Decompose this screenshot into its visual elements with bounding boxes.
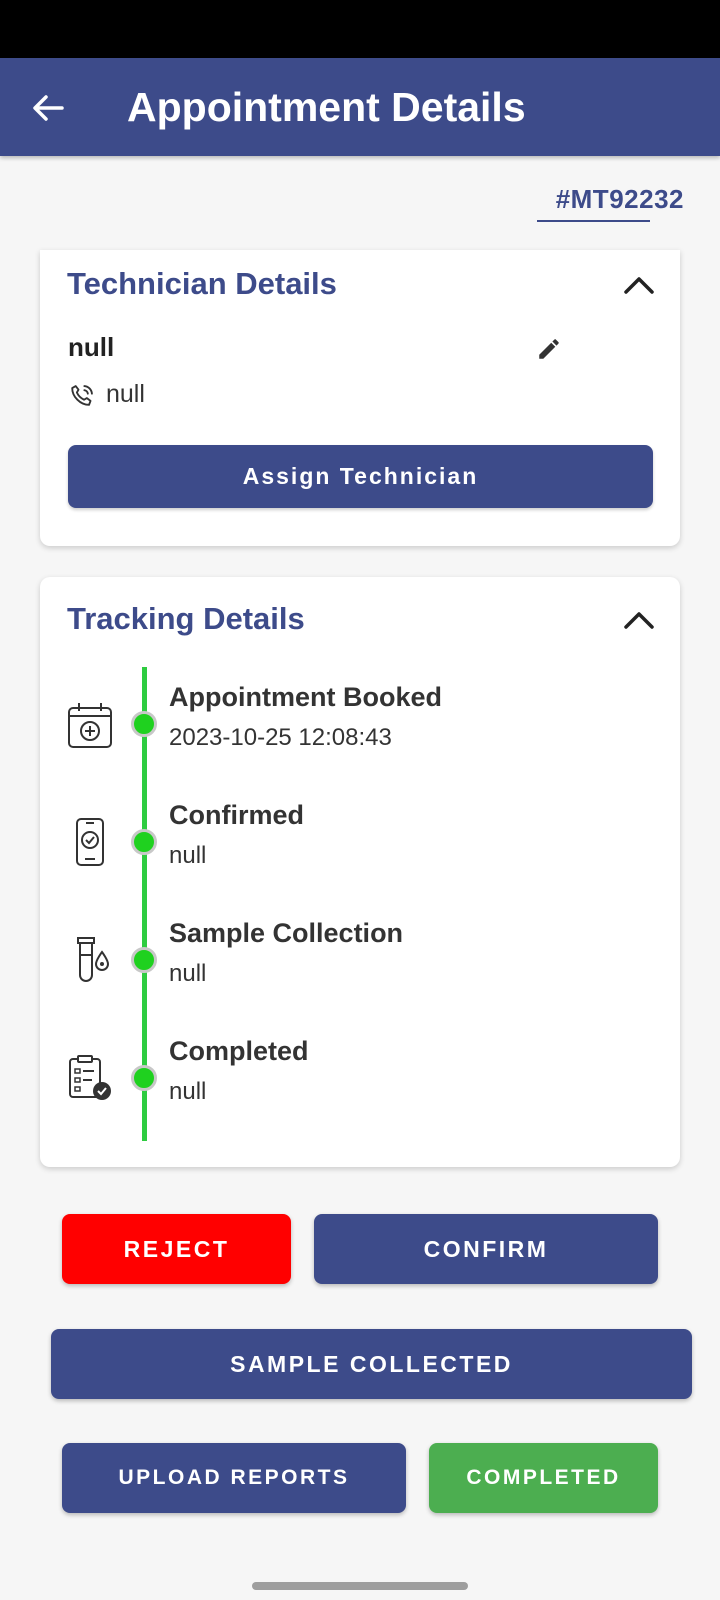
calendar-medical-icon	[68, 703, 112, 748]
timeline-step-sample: Sample Collection null	[40, 918, 680, 1035]
timeline-step-confirmed: Confirmed null	[40, 800, 680, 917]
gesture-nav-handle[interactable]	[252, 1582, 468, 1590]
order-id-underline	[537, 220, 650, 222]
sample-collected-button[interactable]: SAMPLE COLLECTED	[51, 1329, 692, 1399]
back-button[interactable]	[28, 88, 68, 128]
phone-call-icon	[71, 385, 93, 406]
timeline-step-completed: Completed null	[40, 1036, 680, 1153]
step-timestamp: null	[169, 960, 207, 987]
edit-icon[interactable]	[536, 336, 562, 362]
tracking-title: Tracking Details	[67, 601, 305, 636]
timeline-dot	[131, 947, 157, 973]
completed-button[interactable]: COMPLETED	[429, 1443, 658, 1513]
timeline-dot	[131, 1065, 157, 1091]
confirm-button[interactable]: CONFIRM	[314, 1214, 658, 1284]
step-title: Appointment Booked	[169, 682, 442, 712]
chevron-up-icon[interactable]	[622, 609, 656, 631]
order-id: #MT92232	[555, 184, 684, 214]
technician-title: Technician Details	[67, 266, 337, 301]
page-title: Appointment Details	[127, 84, 526, 130]
timeline-step-booked: Appointment Booked 2023-10-25 12:08:43	[40, 682, 680, 799]
step-title: Confirmed	[169, 800, 304, 830]
reject-button[interactable]: REJECT	[62, 1214, 291, 1284]
technician-card: Technician Details null null Assign Tech…	[40, 250, 680, 546]
technician-phone: null	[106, 380, 145, 408]
step-timestamp: null	[169, 842, 207, 869]
test-tube-icon	[77, 937, 110, 982]
assign-technician-button[interactable]: Assign Technician	[68, 445, 653, 508]
arrow-left-icon	[33, 95, 64, 121]
step-timestamp: null	[169, 1078, 207, 1105]
step-title: Sample Collection	[169, 918, 404, 948]
timeline-dot	[131, 711, 157, 737]
app-bar: Appointment Details	[0, 58, 720, 156]
phone-check-icon	[76, 818, 104, 866]
step-timestamp: 2023-10-25 12:08:43	[169, 724, 392, 751]
clipboard-check-icon	[69, 1055, 111, 1100]
tracking-card: Tracking Details Appointment Booked 2023…	[40, 577, 680, 1167]
status-bar	[0, 0, 720, 58]
timeline-dot	[131, 829, 157, 855]
chevron-up-icon[interactable]	[622, 274, 656, 296]
step-title: Completed	[169, 1036, 309, 1066]
technician-name: null	[68, 332, 115, 362]
upload-reports-button[interactable]: UPLOAD REPORTS	[62, 1443, 406, 1513]
